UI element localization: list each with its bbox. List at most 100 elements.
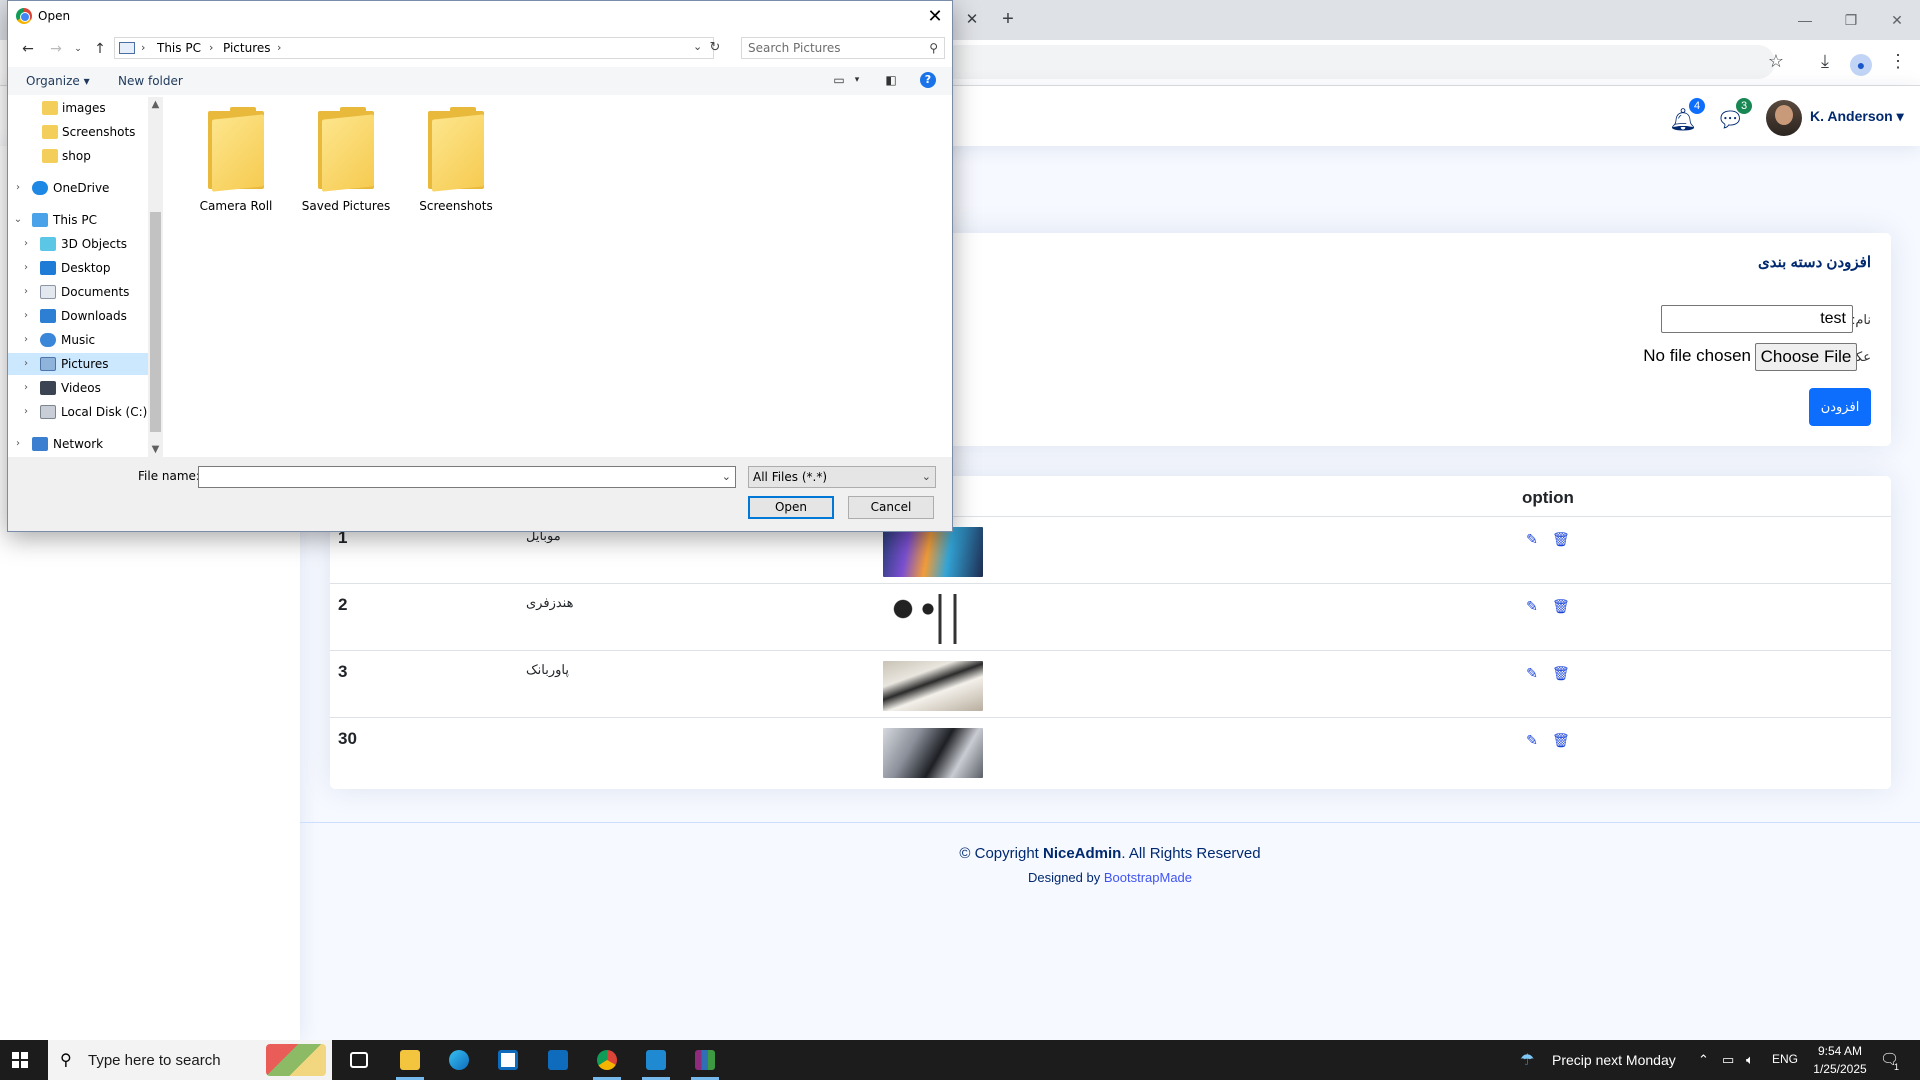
taskbar-outlook[interactable] — [534, 1040, 582, 1080]
delete-icon[interactable]: 🗑︎ — [1552, 531, 1570, 547]
expand-chevron-icon[interactable]: › — [20, 401, 32, 423]
taskbar-store[interactable] — [484, 1040, 532, 1080]
cancel-button[interactable]: Cancel — [848, 496, 934, 519]
scroll-up-arrow-icon[interactable]: ▲ — [148, 97, 163, 112]
windows-start-icon[interactable] — [12, 1052, 28, 1068]
network-tray-icon[interactable]: ▭ — [1722, 1052, 1734, 1068]
edit-icon[interactable]: ✎ — [1524, 732, 1540, 748]
nav-pane-scrollbar[interactable]: ▲ ▼ — [148, 97, 163, 457]
nav-item-music[interactable]: › Music — [8, 329, 148, 351]
expand-chevron-icon[interactable]: › — [12, 433, 24, 455]
organize-menu[interactable]: Organize ▾ — [26, 74, 90, 88]
expand-chevron-icon[interactable]: › — [12, 177, 24, 199]
folder-saved-pictures[interactable]: Saved Pictures — [296, 107, 396, 221]
expand-chevron-icon[interactable]: › — [20, 257, 32, 279]
show-hidden-icons-chevron-icon[interactable]: ⌃ — [1698, 1052, 1709, 1068]
user-menu-toggle[interactable]: K. Anderson ▾ — [1810, 108, 1904, 125]
choose-file-button[interactable]: Choose File — [1755, 343, 1857, 371]
language-indicator[interactable]: ENG — [1772, 1052, 1798, 1066]
nav-item-screenshots[interactable]: Screenshots — [8, 121, 148, 143]
name-input[interactable]: test — [1661, 305, 1853, 333]
edit-icon[interactable]: ✎ — [1524, 531, 1540, 547]
breadcrumb-pictures[interactable]: Pictures — [223, 41, 271, 55]
messages-icon[interactable]: 💬︎ 3 — [1714, 98, 1752, 136]
clock-date[interactable]: 1/25/2025 — [1808, 1062, 1872, 1076]
taskbar-vscode[interactable] — [632, 1040, 680, 1080]
profile-icon[interactable]: ● — [1850, 54, 1872, 76]
dialog-address-bar[interactable]: › This PC › Pictures › ⌄ — [114, 37, 714, 59]
collapse-chevron-icon[interactable]: ⌄ — [12, 209, 24, 231]
breadcrumb-this-pc[interactable]: This PC — [157, 41, 201, 55]
nav-item-images[interactable]: images — [8, 97, 148, 119]
downloads-icon[interactable]: ⤓ — [1812, 48, 1838, 74]
nav-item-pictures[interactable]: › Pictures — [8, 353, 148, 375]
nav-item-documents[interactable]: › Documents — [8, 281, 148, 303]
dialog-search-input[interactable]: Search Pictures ⚲ — [741, 37, 945, 59]
delete-icon[interactable]: 🗑︎ — [1552, 598, 1570, 614]
address-dropdown-icon[interactable]: ⌄ — [693, 40, 702, 53]
expand-chevron-icon[interactable]: › — [20, 329, 32, 351]
expand-chevron-icon[interactable]: › — [20, 353, 32, 375]
file-name-input[interactable]: ⌄ — [198, 466, 736, 488]
bookmark-star-icon[interactable]: ☆ — [1763, 48, 1789, 74]
clock-time[interactable]: 9:54 AM — [1812, 1044, 1868, 1058]
refresh-icon[interactable]: ↻ — [706, 39, 724, 57]
up-arrow-icon[interactable]: ↑ — [90, 39, 110, 59]
back-arrow-icon[interactable]: ← — [18, 39, 38, 59]
nav-item-3d-objects[interactable]: › 3D Objects — [8, 233, 148, 255]
close-window-button[interactable]: ✕ — [1882, 8, 1912, 32]
dialog-close-button[interactable]: ✕ — [924, 5, 946, 27]
expand-chevron-icon[interactable]: › — [20, 233, 32, 255]
expand-chevron-icon[interactable]: › — [20, 281, 32, 303]
nav-item-onedrive[interactable]: › OneDrive — [8, 177, 148, 199]
taskbar-search-box[interactable]: ⚲ Type here to search — [48, 1040, 332, 1080]
nav-item-desktop[interactable]: › Desktop — [8, 257, 148, 279]
address-bar[interactable] — [940, 45, 1775, 79]
edit-icon[interactable]: ✎ — [1524, 665, 1540, 681]
delete-icon[interactable]: 🗑︎ — [1552, 665, 1570, 681]
scroll-down-arrow-icon[interactable]: ▼ — [148, 442, 163, 457]
scrollbar-thumb[interactable] — [150, 212, 161, 432]
view-options-chevron-icon[interactable]: ▾ — [848, 72, 866, 88]
edit-icon[interactable]: ✎ — [1524, 598, 1540, 614]
weather-umbrella-icon[interactable]: ☂ — [1520, 1050, 1534, 1070]
taskbar-file-explorer[interactable] — [386, 1040, 434, 1080]
volume-icon[interactable]: 🔈︎ — [1746, 1052, 1754, 1068]
avatar[interactable] — [1766, 100, 1802, 136]
nav-item-network[interactable]: › Network — [8, 433, 148, 455]
expand-chevron-icon[interactable]: › — [20, 377, 32, 399]
folder-camera-roll[interactable]: Camera Roll — [186, 107, 286, 221]
task-view-button[interactable] — [336, 1040, 384, 1080]
delete-icon[interactable]: 🗑︎ — [1552, 732, 1570, 748]
minimize-window-button[interactable]: — — [1790, 8, 1820, 32]
change-view-icon[interactable]: ▭ — [830, 72, 848, 88]
taskbar-winrar[interactable] — [681, 1040, 729, 1080]
recent-locations-chevron-icon[interactable]: ⌄ — [68, 39, 88, 59]
nav-item-videos[interactable]: › Videos — [8, 377, 148, 399]
forward-arrow-icon[interactable]: → — [46, 39, 66, 59]
folder-screenshots[interactable]: Screenshots — [406, 107, 506, 221]
close-tab-icon[interactable]: ✕ — [962, 10, 982, 30]
nav-item-label: images — [62, 101, 106, 115]
nav-item-this-pc[interactable]: ⌄ This PC — [8, 209, 148, 231]
taskbar-edge[interactable] — [435, 1040, 483, 1080]
preview-pane-icon[interactable]: ◧ — [882, 72, 900, 88]
open-button[interactable]: Open — [748, 496, 834, 519]
file-name-dropdown-icon[interactable]: ⌄ — [722, 470, 731, 483]
notifications-bell-icon[interactable]: 🔔︎ 4 — [1667, 98, 1705, 136]
help-icon[interactable]: ? — [920, 72, 936, 88]
file-type-select[interactable]: All Files (*.*) ⌄ — [748, 466, 936, 488]
new-folder-button[interactable]: New folder — [118, 74, 183, 88]
weather-text[interactable]: Precip next Monday — [1552, 1052, 1676, 1068]
designer-link[interactable]: BootstrapMade — [1104, 870, 1192, 885]
add-button[interactable]: افزودن — [1809, 388, 1871, 426]
new-tab-button[interactable]: + — [996, 8, 1020, 32]
browser-menu-icon[interactable]: ⋮ — [1885, 48, 1911, 74]
windows-taskbar: ⚲ Type here to search ☂ Precip next Mond… — [0, 1040, 1920, 1080]
restore-window-button[interactable]: ❐ — [1836, 8, 1866, 32]
taskbar-chrome[interactable] — [583, 1040, 631, 1080]
nav-item-downloads[interactable]: › Downloads — [8, 305, 148, 327]
expand-chevron-icon[interactable]: › — [20, 305, 32, 327]
nav-item-shop[interactable]: shop — [8, 145, 148, 167]
nav-item-local-disk[interactable]: › Local Disk (C:) — [8, 401, 148, 423]
